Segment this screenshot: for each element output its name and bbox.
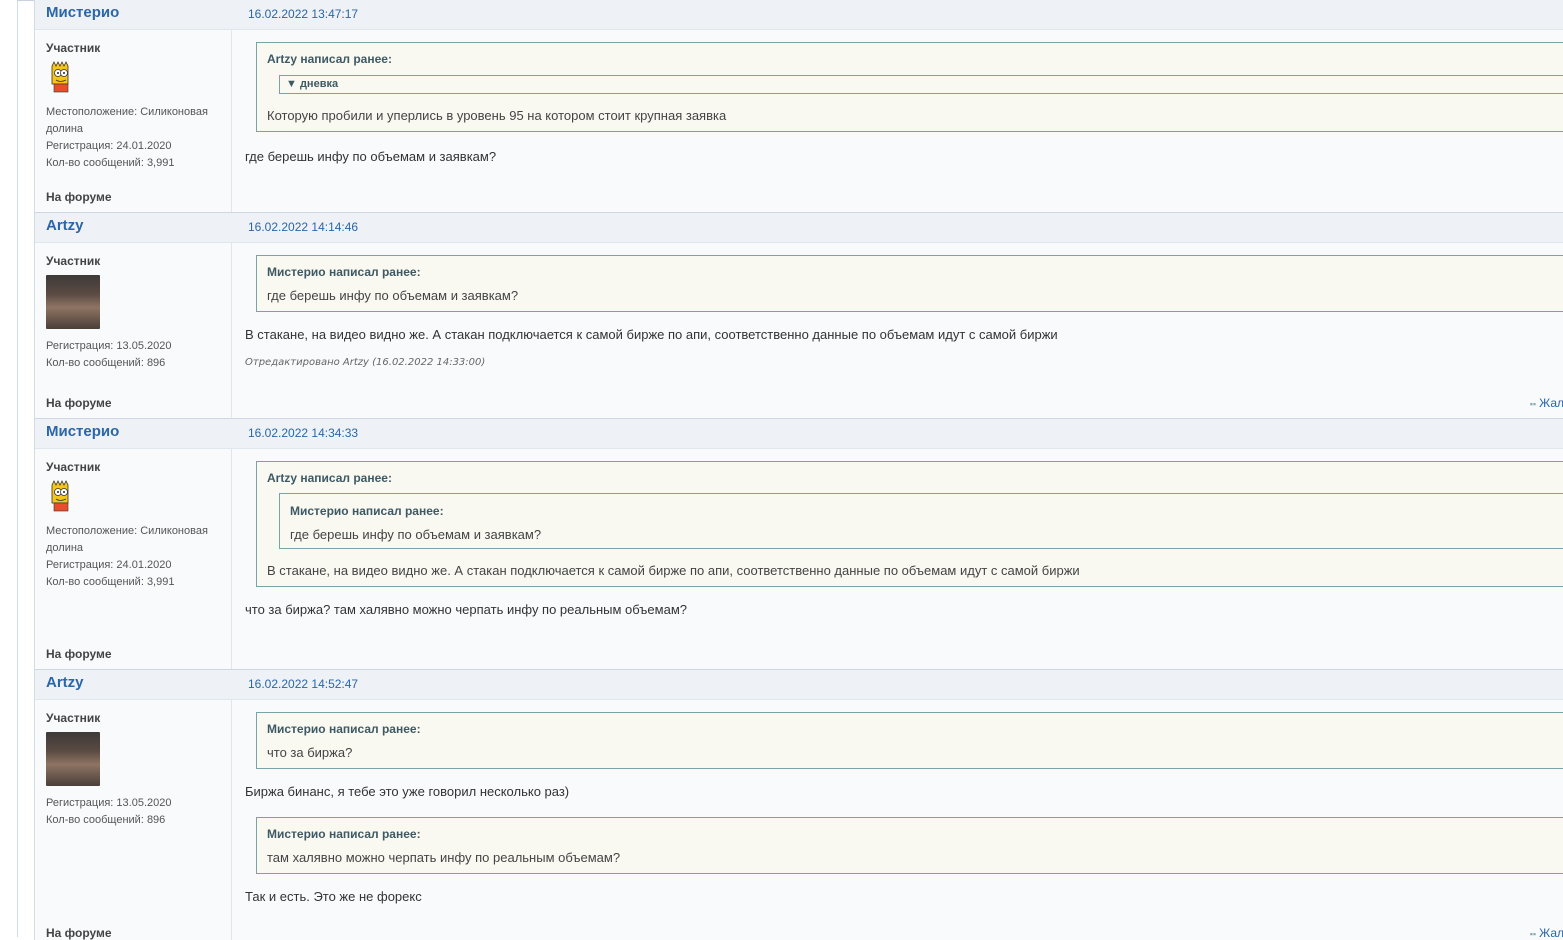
post-body: Участник Регистрация: 13.05.2020 Кол-во … (35, 700, 1563, 940)
post: Artzy 16.02.2022 14:14:46 Участник Регис… (35, 212, 1563, 418)
author-name-link[interactable]: Artzy (46, 217, 84, 234)
quote-title: Мистерио написал ранее: (267, 827, 421, 841)
post: Мистерио 16.02.2022 14:34:33 Участник Ме… (35, 418, 1563, 669)
quote-block: Мистерио написал ранее: где берешь инфу … (256, 255, 1563, 312)
quote-text: где берешь инфу по объемам и заявкам? (267, 288, 519, 303)
author-profile: Участник Местоположение: Силиконовая дол… (35, 30, 232, 212)
quote-text: что за биржа? (267, 745, 353, 760)
report-label: Жал (1539, 396, 1563, 410)
user-message-count: Кол-во сообщений: 3,991 (46, 576, 175, 588)
post-message: Так и есть. Это же не форекс (245, 889, 422, 904)
user-registered: Регистрация: 24.01.2020 (46, 559, 172, 571)
user-location: Местоположение: Силиконовая долина (46, 525, 208, 554)
profile-meta: Регистрация: 13.05.2020 Кол-во сообщений… (46, 795, 231, 829)
online-status: На форуме (46, 396, 112, 410)
profile-meta: Местоположение: Силиконовая долина Регис… (46, 104, 231, 172)
profile-meta: Регистрация: 13.05.2020 Кол-во сообщений… (46, 338, 231, 372)
post-content: Artzy написал ранее: ▼ дневка Которую пр… (232, 30, 1563, 212)
post-content: Artzy написал ранее: Мистерио написал ра… (232, 449, 1563, 669)
quote-block: Мистерио написал ранее: что за биржа? (256, 712, 1563, 769)
post: Artzy 16.02.2022 14:52:47 Участник Регис… (35, 669, 1563, 940)
edited-note: Отредактировано Artzy (16.02.2022 14:33:… (245, 357, 486, 368)
user-message-count: Кол-во сообщений: 896 (46, 814, 166, 826)
quote-title: Мистерио написал ранее: (267, 265, 421, 279)
quote-title: Artzy написал ранее: (267, 52, 392, 66)
report-icon: ▪▪ (1529, 929, 1537, 939)
quote-block: Artzy написал ранее: ▼ дневка Которую пр… (256, 42, 1563, 132)
post-header: Мистерио 16.02.2022 14:34:33 (35, 418, 1563, 449)
author-name-link[interactable]: Artzy (46, 674, 84, 691)
quote-text: В стакане, на видео видно же. А стакан п… (267, 563, 1080, 578)
bart-avatar-icon[interactable] (46, 479, 76, 513)
post-body: Участник Регистрация: 13.05.2020 Кол-во … (35, 243, 1563, 418)
user-location: Местоположение: Силиконовая долина (46, 106, 208, 135)
post-body: Участник Местоположение: Силиконовая дол… (35, 30, 1563, 212)
quote-text: Которую пробили и уперлись в уровень 95 … (267, 108, 727, 123)
post-message: В стакане, на видео видно же. А стакан п… (245, 327, 1058, 342)
post-body: Участник Местоположение: Силиконовая дол… (35, 449, 1563, 669)
nested-quote-block: Мистерио написал ранее: где берешь инфу … (279, 493, 1563, 549)
nested-quote-text: где берешь инфу по объемам и заявкам? (290, 527, 542, 542)
online-status: На форуме (46, 647, 112, 661)
post-header: Artzy 16.02.2022 14:14:46 (35, 212, 1563, 243)
report-link[interactable]: ▪▪ Жал (1530, 396, 1563, 410)
quote-title: Мистерио написал ранее: (267, 722, 421, 736)
bart-avatar-icon[interactable] (46, 60, 76, 94)
user-message-count: Кол-во сообщений: 3,991 (46, 157, 175, 169)
author-profile: Участник Регистрация: 13.05.2020 Кол-во … (35, 243, 232, 418)
quote-block: Artzy написал ранее: Мистерио написал ра… (256, 461, 1563, 587)
post-date[interactable]: 16.02.2022 13:47:17 (248, 7, 358, 21)
author-profile: Участник Регистрация: 13.05.2020 Кол-во … (35, 700, 232, 940)
user-role: Участник (46, 41, 101, 55)
profile-meta: Местоположение: Силиконовая долина Регис… (46, 523, 231, 591)
post-date[interactable]: 16.02.2022 14:14:46 (248, 220, 358, 234)
online-status: На форуме (46, 190, 112, 204)
user-registered: Регистрация: 13.05.2020 (46, 797, 172, 809)
spoiler-toggle[interactable]: ▼ дневка (279, 75, 1563, 94)
author-name-link[interactable]: Мистерио (46, 4, 119, 21)
user-registered: Регистрация: 13.05.2020 (46, 340, 172, 352)
user-role: Участник (46, 460, 101, 474)
post-date[interactable]: 16.02.2022 14:52:47 (248, 677, 358, 691)
post-list: Мистерио 16.02.2022 13:47:17 Участник Ме… (34, 0, 1563, 940)
online-status: На форуме (46, 926, 112, 940)
post-message: Биржа бинанс, я тебе это уже говорил нес… (245, 784, 570, 799)
portrait-avatar-icon[interactable] (46, 732, 100, 786)
nested-quote-title: Мистерио написал ранее: (290, 504, 444, 518)
post-header: Мистерио 16.02.2022 13:47:17 (35, 0, 1563, 30)
left-rail (0, 0, 18, 937)
user-role: Участник (46, 711, 101, 725)
user-registered: Регистрация: 24.01.2020 (46, 140, 172, 152)
post: Мистерио 16.02.2022 13:47:17 Участник Ме… (35, 0, 1563, 212)
report-label: Жал (1539, 926, 1563, 940)
post-header: Artzy 16.02.2022 14:52:47 (35, 669, 1563, 700)
author-profile: Участник Местоположение: Силиконовая дол… (35, 449, 232, 669)
post-message: где берешь инфу по объемам и заявкам? (245, 149, 497, 164)
quote-block: Мистерио написал ранее: там халявно можн… (256, 817, 1563, 874)
report-icon: ▪▪ (1529, 399, 1537, 409)
post-message: что за биржа? там халявно можно черпать … (245, 602, 687, 617)
portrait-avatar-icon[interactable] (46, 275, 100, 329)
user-message-count: Кол-во сообщений: 896 (46, 357, 166, 369)
quote-text: там халявно можно черпать инфу по реальн… (267, 850, 621, 865)
post-content: Мистерио написал ранее: где берешь инфу … (232, 243, 1563, 418)
user-role: Участник (46, 254, 101, 268)
report-link[interactable]: ▪▪ Жал (1530, 926, 1563, 940)
post-date[interactable]: 16.02.2022 14:34:33 (248, 426, 358, 440)
author-name-link[interactable]: Мистерио (46, 423, 119, 440)
post-content: Мистерио написал ранее: что за биржа? Би… (232, 700, 1563, 940)
quote-title: Artzy написал ранее: (267, 471, 392, 485)
